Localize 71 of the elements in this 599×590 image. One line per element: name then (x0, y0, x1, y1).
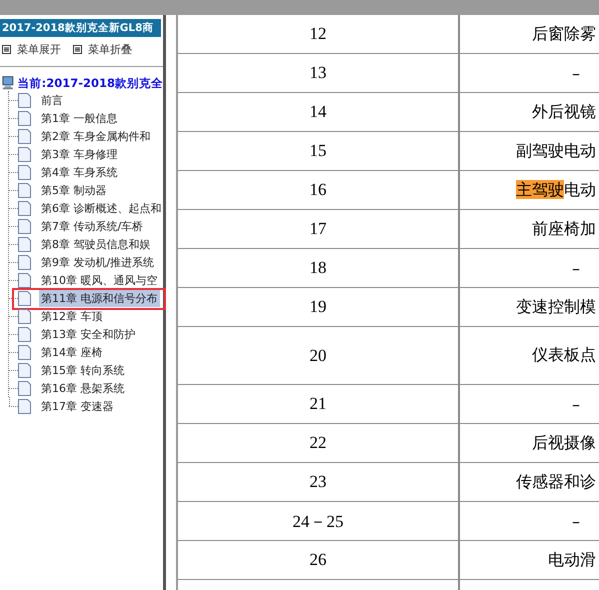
tree-item[interactable]: 第12章 车顶 (39, 308, 104, 324)
tree-item[interactable]: 第13章 安全和防护 (39, 326, 138, 342)
table-cell: 后窗除雾 (532, 24, 596, 44)
tree-item[interactable]: 第7章 传动系统/车桥 (39, 218, 146, 234)
tree-item[interactable]: 第14章 座椅 (39, 344, 104, 360)
tree-item[interactable]: 前言 (39, 92, 65, 108)
table-cell: 变速控制模 (516, 296, 596, 318)
menu-button[interactable]: 菜单展开 (2, 42, 61, 57)
table-cell-text: – (571, 64, 581, 82)
table-cell: 12 (310, 24, 326, 44)
menu-button[interactable]: 菜单折叠 (73, 42, 132, 57)
table-cell: 副驾驶电动 (516, 140, 596, 162)
document-icon (18, 380, 31, 396)
document-icon (18, 362, 31, 378)
tree-item[interactable]: 第6章 诊断概述、起点和 (39, 200, 164, 216)
tree-item[interactable]: 第1章 一般信息 (39, 110, 120, 126)
table-cell: 14 (310, 102, 326, 122)
document-icon (18, 254, 31, 270)
table-cell: 传感器和诊 (516, 472, 596, 492)
tree-item[interactable]: 第4章 车身系统 (39, 164, 120, 180)
tree-item[interactable]: 第16章 悬架系统 (39, 380, 126, 396)
document-icon (18, 92, 31, 108)
tree-root[interactable]: 当前:2017-2018款别克全 (18, 76, 163, 90)
table-cell: 16 (310, 180, 326, 200)
document-icon (18, 110, 31, 126)
document-icon (18, 290, 31, 306)
document-icon (18, 326, 31, 342)
table-cell: 13 (310, 63, 326, 83)
table-cell-text: – (571, 258, 581, 278)
table-cell: 26 (310, 550, 326, 570)
list-icon (2, 45, 11, 54)
tree-item[interactable]: 第11章 电源和信号分布 (39, 290, 160, 306)
table-cell-text: 24－25 (292, 510, 344, 532)
table-cell: 22 (310, 433, 326, 453)
tree-item[interactable]: 第3章 车身修理 (39, 146, 120, 162)
table-cell: 前座椅加 (532, 218, 596, 240)
list-icon (73, 45, 82, 54)
table-cell: 电动滑 (548, 550, 596, 570)
document-icon (18, 182, 31, 198)
tree-item[interactable]: 第9章 发动机/推进系统 (39, 254, 156, 270)
table-cell: 21 (310, 394, 326, 414)
computer-icon (2, 75, 15, 91)
tree-item[interactable]: 第2章 车身金属构件和 (39, 128, 152, 144)
document-icon (18, 398, 31, 414)
table-cell: 18 (310, 258, 326, 278)
document-icon (18, 128, 31, 144)
tree-item[interactable]: 第5章 制动器 (39, 182, 108, 198)
table-cell: 15 (310, 141, 326, 161)
table-cell: 23 (310, 472, 326, 492)
document-icon (18, 308, 31, 324)
document-icon (18, 146, 31, 162)
document-icon (18, 344, 31, 360)
table-cell: 外后视镜 (532, 102, 596, 122)
document-icon (18, 200, 31, 216)
tree-item[interactable]: 第10章 暖风、通风与空 (39, 272, 160, 288)
document-icon (18, 236, 31, 252)
tree-item[interactable]: 第15章 转向系统 (39, 362, 126, 378)
table-cell: 19 (310, 297, 326, 317)
document-icon (18, 218, 31, 234)
table-cell-text: – (571, 512, 581, 530)
sidebar-title: 2017-2018款别克全新GL8商 (0, 19, 161, 37)
table-cell-text: – (571, 394, 581, 414)
document-icon (18, 272, 31, 288)
table-cell: 后视摄像 (532, 432, 596, 454)
table-cell: 仪表板点 (532, 345, 596, 366)
table-cell: 20 (310, 346, 326, 366)
tree-item[interactable]: 第8章 驾驶员信息和娱 (39, 236, 152, 252)
table-cell: 主驾驶电动 (516, 180, 596, 200)
tree-item[interactable]: 第17章 变速器 (39, 398, 116, 414)
table-cell: 17 (310, 219, 326, 239)
document-icon (18, 164, 31, 180)
